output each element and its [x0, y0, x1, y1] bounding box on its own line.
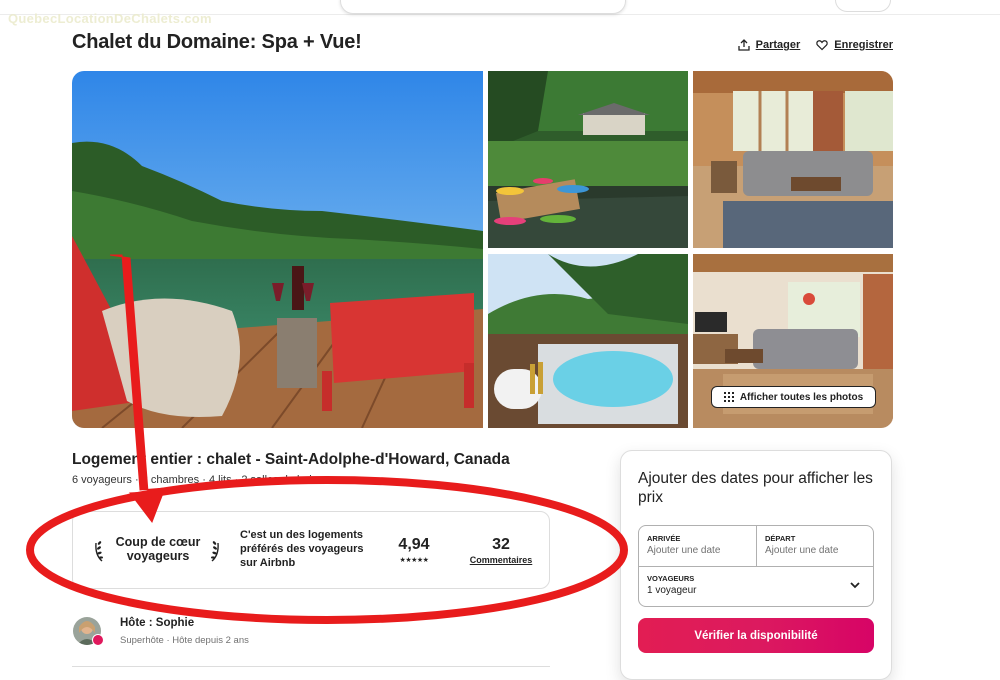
listing-title: Chalet du Domaine: Spa + Vue! [72, 31, 362, 53]
photo-gallery [72, 71, 893, 428]
guests-label: VOYAGEURS [647, 574, 695, 583]
photo-living-room[interactable] [693, 71, 893, 248]
save-button[interactable]: Enregistrer [816, 39, 893, 51]
rating-value: 4,94 [398, 536, 430, 553]
photo-hot-tub[interactable] [488, 254, 688, 428]
user-menu-button[interactable] [835, 0, 891, 12]
listing-meta: 6 voyageurs · 3 chambres · 4 lits · 2 sa… [72, 474, 324, 486]
photo-lake-dock[interactable] [72, 71, 483, 428]
show-all-photos-button[interactable]: Afficher toutes les photos [711, 386, 876, 408]
search-bar[interactable] [340, 0, 626, 14]
checkin-field[interactable]: ARRIVÉE Ajouter une date [639, 526, 755, 566]
rating-stars: ★★★★★ [399, 557, 429, 564]
chevron-down-icon[interactable] [849, 580, 861, 590]
booking-title: Ajouter des dates pour afficher les prix [638, 470, 873, 506]
host-name: Hôte : Sophie [120, 617, 195, 629]
save-label: Enregistrer [834, 39, 893, 51]
listing-subtitle: Logement entier : chalet - Saint-Adolphe… [72, 451, 510, 468]
laurel-left-icon [95, 541, 103, 562]
watermark: QuebecLocationDeChalets.com [8, 11, 212, 26]
share-button[interactable]: Partager [738, 39, 801, 51]
photo-lake-kayaks[interactable] [488, 71, 688, 248]
guest-favorite-description: C'est un des logements préférés des voya… [240, 529, 364, 569]
laurel-right-icon [211, 541, 219, 562]
reviews-count: 32 [492, 536, 510, 553]
show-all-photos-label: Afficher toutes les photos [739, 391, 864, 403]
checkout-placeholder: Ajouter une date [765, 545, 839, 556]
guest-favorite-title: Coup de cœur voyageurs [115, 535, 201, 563]
superhost-badge [92, 634, 104, 646]
section-divider [72, 666, 550, 667]
heart-icon [816, 40, 829, 51]
grid-icon [723, 392, 734, 402]
reviews-link[interactable]: Commentaires [466, 555, 536, 565]
check-availability-button[interactable]: Vérifier la disponibilité [638, 618, 874, 653]
share-icon [738, 39, 750, 51]
checkout-label: DÉPART [765, 534, 796, 543]
guests-field[interactable]: VOYAGEURS 1 voyageur [639, 567, 873, 606]
checkin-label: ARRIVÉE [647, 534, 681, 543]
checkin-placeholder: Ajouter une date [647, 545, 721, 556]
share-label: Partager [755, 39, 801, 51]
guests-value: 1 voyageur [647, 585, 697, 596]
checkout-field[interactable]: DÉPART Ajouter une date [757, 526, 873, 566]
listing-actions: Partager Enregistrer [738, 39, 893, 51]
host-subtitle: Superhôte · Hôte depuis 2 ans [120, 635, 249, 646]
